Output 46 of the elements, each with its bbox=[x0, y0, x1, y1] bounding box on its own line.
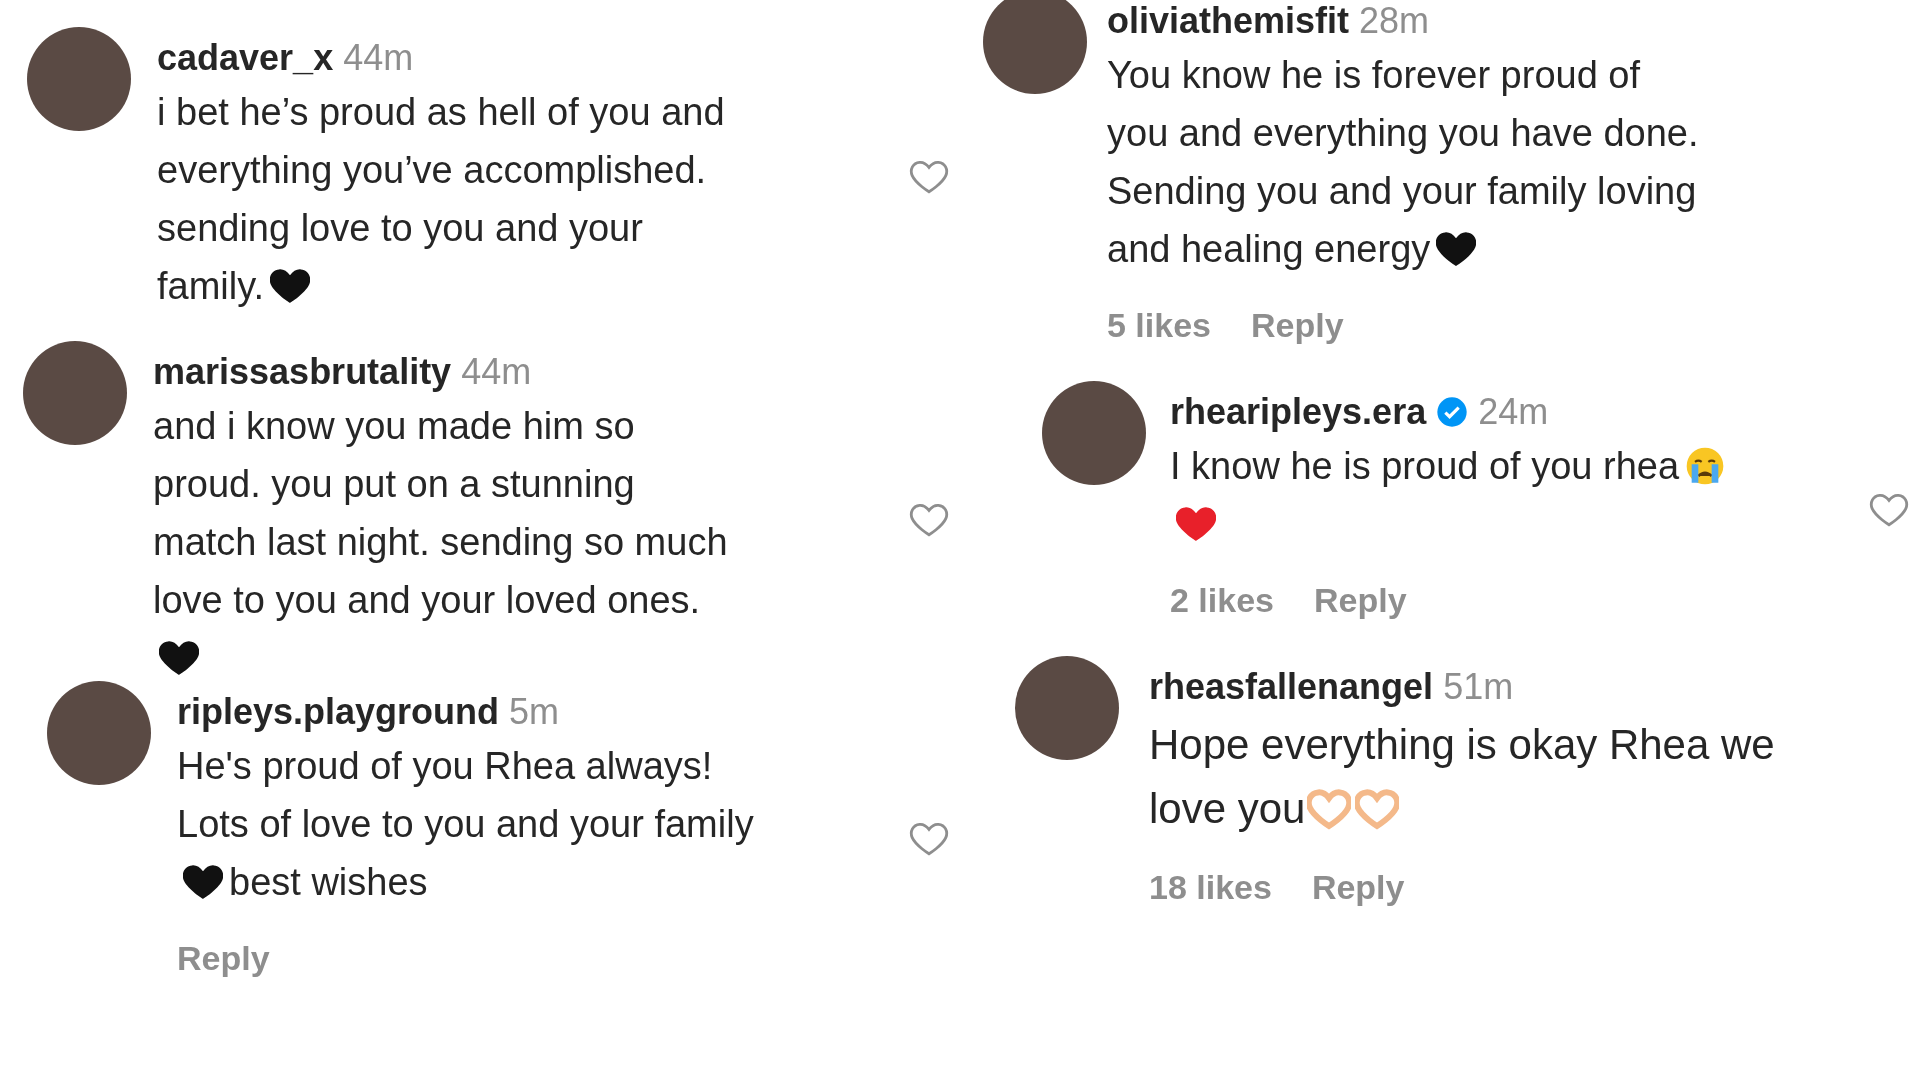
username[interactable]: rhearipleys.era bbox=[1170, 385, 1427, 439]
comment-text: everything you’ve accomplished. bbox=[157, 147, 707, 193]
likes-count[interactable]: 2 likes bbox=[1170, 575, 1274, 626]
comment-text: and healing energy bbox=[1107, 226, 1431, 272]
comment-text: and i know you made him so bbox=[153, 403, 635, 449]
reply-link[interactable]: Reply bbox=[1311, 862, 1405, 913]
timestamp: 44m bbox=[461, 350, 532, 394]
comment-text: Lots of love to you and your family bbox=[177, 801, 754, 847]
reply-link[interactable]: Reply bbox=[1251, 300, 1344, 351]
heart-icon bbox=[1176, 504, 1216, 544]
comment-text: family. bbox=[157, 263, 264, 309]
comment-text: you and everything you have done. bbox=[1107, 110, 1699, 156]
heart-icon bbox=[159, 638, 199, 678]
username[interactable]: oliviathemisfit bbox=[1107, 0, 1350, 48]
heart-hands-icon bbox=[1355, 786, 1400, 830]
comment-text: Sending you and your family loving bbox=[1107, 168, 1697, 214]
comment-text: best wishes bbox=[229, 859, 428, 905]
verified-badge-icon bbox=[1436, 396, 1469, 428]
reply-link[interactable]: Reply bbox=[1314, 575, 1407, 626]
timestamp: 24m bbox=[1478, 390, 1549, 434]
heart-icon bbox=[1436, 229, 1477, 269]
username[interactable]: ripleys.playground bbox=[177, 685, 500, 739]
comment-text: i bet he’s proud as hell of you and bbox=[157, 89, 725, 135]
comment-text: He's proud of you Rhea always! bbox=[177, 743, 713, 789]
comment-text: I know he is proud of you rhea bbox=[1170, 443, 1680, 489]
comment-text: You know he is forever proud of bbox=[1107, 52, 1641, 98]
reply-link[interactable]: Reply bbox=[177, 933, 270, 984]
heart-icon bbox=[269, 266, 310, 306]
username[interactable]: marissasbrutality bbox=[153, 345, 452, 399]
timestamp: 44m bbox=[343, 36, 414, 80]
timestamp: 28m bbox=[1359, 0, 1430, 43]
likes-count[interactable]: 18 likes bbox=[1149, 862, 1272, 913]
comment-text: love you bbox=[1149, 783, 1306, 834]
comment-text: proud. you put on a stunning bbox=[153, 461, 635, 507]
timestamp: 51m bbox=[1443, 665, 1514, 709]
timestamp: 5m bbox=[509, 690, 560, 734]
comment-text: Hope everything is okay Rhea we bbox=[1149, 719, 1775, 770]
comment-text: love to you and your loved ones. bbox=[153, 577, 701, 623]
comment-text: sending love to you and your bbox=[157, 205, 643, 251]
heart-hands-icon bbox=[1307, 786, 1352, 830]
username[interactable]: rheasfallenangel bbox=[1149, 660, 1434, 714]
crying-face-icon bbox=[1685, 446, 1726, 486]
username[interactable]: cadaver_x bbox=[157, 31, 334, 85]
comment-text: match last night. sending so much bbox=[153, 519, 728, 565]
likes-count[interactable]: 5 likes bbox=[1107, 300, 1211, 351]
heart-icon bbox=[183, 862, 223, 902]
